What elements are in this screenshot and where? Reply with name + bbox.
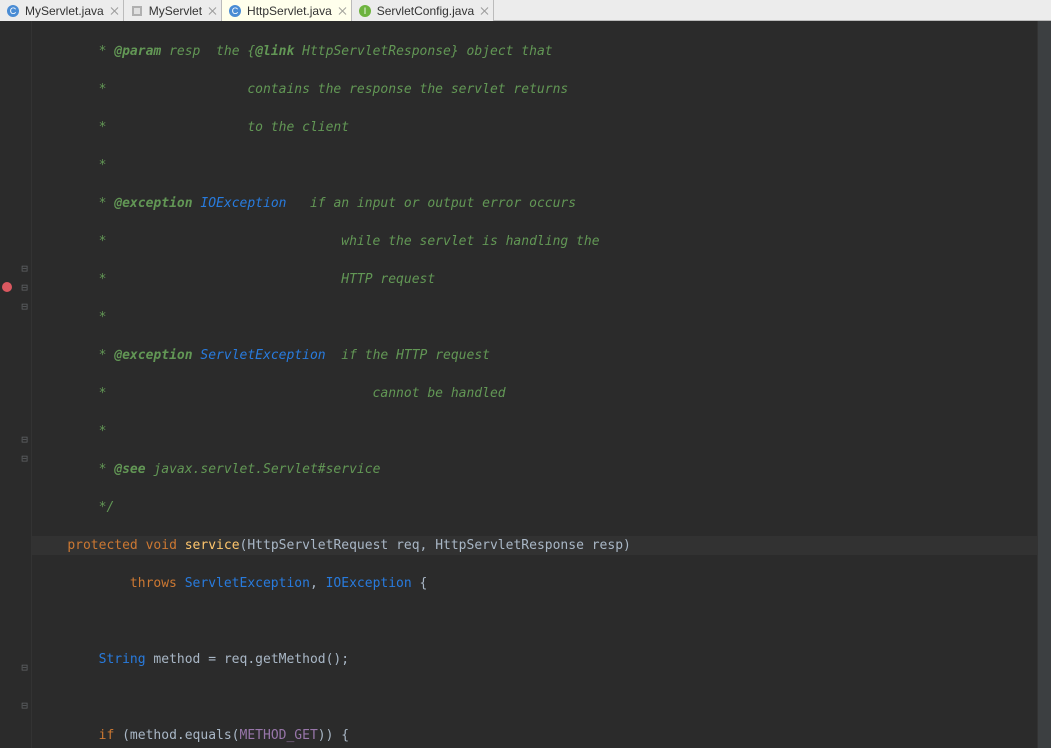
tab-myservlet-bean[interactable]: MyServlet	[124, 0, 222, 21]
fold-marker[interactable]: ⊟	[20, 435, 29, 444]
svg-text:C: C	[232, 6, 239, 16]
fold-marker[interactable]: ⊟	[20, 264, 29, 273]
breakpoint-marker[interactable]	[2, 282, 12, 292]
tab-label: MyServlet	[149, 4, 202, 18]
tab-myservlet-java[interactable]: C MyServlet.java	[0, 0, 124, 21]
editor-tabbar: C MyServlet.java MyServlet C HttpServlet…	[0, 0, 1051, 21]
svg-text:C: C	[10, 6, 17, 16]
class-icon: C	[228, 4, 242, 18]
gutter[interactable]: ⊟ ⊟ ⊟ ⊟ ⊟ ⊟ ⊟	[0, 21, 32, 748]
code-area[interactable]: * @param resp the {@link HttpServletResp…	[32, 21, 1037, 748]
tab-label: ServletConfig.java	[377, 4, 474, 18]
fold-marker[interactable]: ⊟	[20, 701, 29, 710]
close-icon[interactable]	[481, 7, 489, 15]
tab-httpservlet-java[interactable]: C HttpServlet.java	[222, 0, 352, 21]
fold-marker[interactable]: ⊟	[20, 454, 29, 463]
class-icon: C	[6, 4, 20, 18]
close-icon[interactable]	[111, 7, 119, 15]
fold-marker[interactable]: ⊟	[20, 302, 29, 311]
close-icon[interactable]	[209, 7, 217, 15]
close-icon[interactable]	[339, 7, 347, 15]
interface-icon: I	[358, 4, 372, 18]
fold-marker[interactable]: ⊟	[20, 283, 29, 292]
svg-text:I: I	[363, 6, 366, 16]
editor: ⊟ ⊟ ⊟ ⊟ ⊟ ⊟ ⊟ * @param resp the {@link H…	[0, 21, 1051, 748]
tab-label: MyServlet.java	[25, 4, 104, 18]
tab-label: HttpServlet.java	[247, 4, 332, 18]
vertical-scrollbar[interactable]	[1037, 21, 1051, 748]
tab-servletconfig-java[interactable]: I ServletConfig.java	[352, 0, 494, 21]
bean-icon	[130, 4, 144, 18]
fold-marker[interactable]: ⊟	[20, 663, 29, 672]
